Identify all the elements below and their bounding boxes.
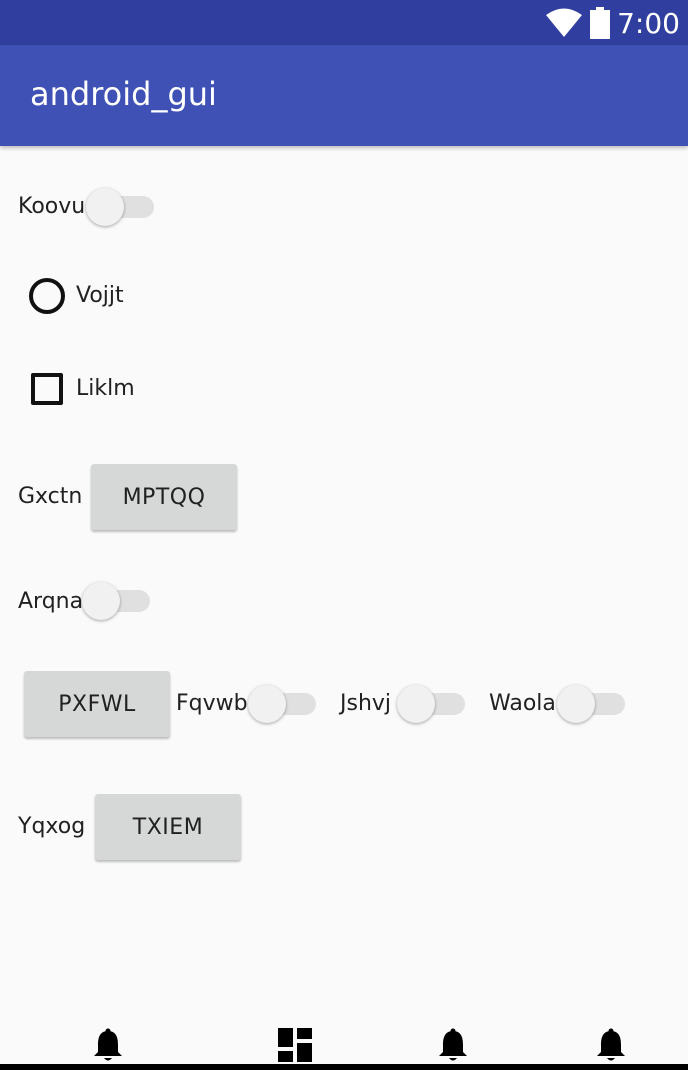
switch-thumb	[557, 685, 595, 723]
txiem-button[interactable]: TXIEM	[95, 794, 241, 860]
vojjt-radio[interactable]	[29, 278, 65, 314]
switch-thumb	[82, 582, 120, 620]
waola-switch[interactable]	[557, 684, 627, 724]
koovu-switch[interactable]	[86, 187, 156, 227]
liklm-checkbox[interactable]	[31, 373, 63, 405]
switch-thumb	[248, 685, 286, 723]
jshvj-label: Jshvj	[340, 691, 392, 716]
liklm-label: Liklm	[76, 376, 135, 401]
bottom-navigation	[0, 1020, 688, 1070]
dashboard-icon[interactable]	[278, 1028, 312, 1062]
mptqq-button[interactable]: MPTQQ	[91, 464, 237, 530]
waola-label: Waola	[489, 691, 556, 716]
app-title: android_gui	[30, 75, 217, 113]
bottom-nav-bar-line	[0, 1064, 688, 1070]
vojjt-label: Vojjt	[76, 283, 124, 308]
fqvwb-switch[interactable]	[248, 684, 318, 724]
arqna-switch[interactable]	[82, 581, 152, 621]
status-icons: 7:00	[545, 4, 680, 42]
status-time: 7:00	[617, 6, 680, 40]
switch-thumb	[86, 188, 124, 226]
gxctn-label: Gxctn	[18, 484, 83, 509]
arqna-label: Arqna	[18, 589, 84, 614]
battery-icon	[590, 7, 611, 39]
pxfwl-button[interactable]: PXFWL	[24, 671, 170, 737]
bell-icon[interactable]	[436, 1028, 470, 1062]
switch-thumb	[397, 685, 435, 723]
bell-icon[interactable]	[594, 1028, 628, 1062]
yqxog-label: Yqxog	[18, 814, 86, 839]
bell-icon[interactable]	[91, 1028, 125, 1062]
app-bar: android_gui	[0, 45, 688, 146]
status-bar: 7:00	[0, 0, 688, 45]
fqvwb-label: Fqvwb	[176, 691, 248, 716]
jshvj-switch[interactable]	[397, 684, 467, 724]
koovu-label: Koovu	[18, 194, 86, 219]
wifi-icon	[546, 8, 583, 37]
